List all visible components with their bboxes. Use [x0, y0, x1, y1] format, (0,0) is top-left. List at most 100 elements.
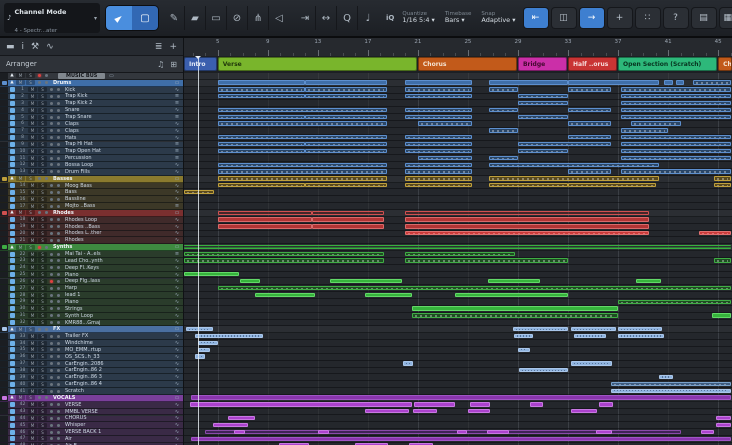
timeline-ruler[interactable]: 5 9 13 17 21 25 29 33 37 41 45: [184, 38, 732, 57]
audio-clip[interactable]: [234, 429, 246, 435]
track-enable-checkbox[interactable]: [10, 374, 15, 380]
mute-tool[interactable]: ⊘: [227, 6, 248, 30]
audio-clip[interactable]: [610, 388, 731, 393]
record-arm-button[interactable]: [48, 108, 55, 113]
mute-button[interactable]: M: [28, 203, 37, 209]
solo-button[interactable]: S: [26, 244, 35, 250]
audio-clip[interactable]: [412, 409, 437, 414]
audio-clip[interactable]: [620, 142, 731, 147]
monitor-button[interactable]: [55, 265, 62, 270]
solo-button[interactable]: S: [26, 210, 35, 216]
listen-tool[interactable]: ◁: [269, 6, 289, 30]
iq-toggle[interactable]: iQ: [384, 14, 396, 22]
record-arm-button[interactable]: [48, 279, 55, 284]
mute-button[interactable]: M: [28, 189, 37, 195]
monitor-button[interactable]: [55, 430, 62, 435]
arranger-section[interactable]: Verse: [217, 57, 417, 71]
monitor-button[interactable]: [55, 306, 62, 311]
record-arm-button[interactable]: [36, 395, 43, 400]
track-enable-checkbox[interactable]: [10, 354, 15, 360]
audio-clip[interactable]: [568, 80, 660, 85]
mute-button[interactable]: M: [28, 265, 37, 271]
audio-clip[interactable]: [700, 429, 715, 435]
audio-clip[interactable]: [659, 374, 674, 380]
audio-clip[interactable]: [574, 333, 606, 339]
bend-tool[interactable]: ⋔: [248, 6, 269, 30]
mute-button[interactable]: M: [28, 272, 37, 278]
monitor-button[interactable]: [55, 375, 62, 380]
audio-clip[interactable]: [184, 272, 239, 277]
monitor-button[interactable]: [43, 80, 50, 85]
audio-clip[interactable]: [217, 217, 312, 222]
solo-button[interactable]: S: [38, 148, 47, 154]
audio-clip[interactable]: [405, 135, 472, 140]
audio-clip[interactable]: [317, 429, 330, 435]
duplicate-button[interactable]: ◫: [551, 8, 576, 28]
folder-expand-icon[interactable]: ▲: [8, 395, 16, 400]
audio-clip[interactable]: [305, 148, 387, 154]
mute-button[interactable]: M: [28, 141, 37, 147]
solo-button[interactable]: S: [38, 224, 47, 230]
solo-button[interactable]: S: [38, 367, 47, 373]
audio-clip[interactable]: [405, 258, 568, 263]
track-enable-checkbox[interactable]: [10, 402, 15, 408]
audio-clip[interactable]: [568, 107, 611, 113]
arranger-section[interactable]: Half ..orus: [568, 57, 618, 71]
monitor-button[interactable]: [55, 231, 62, 236]
snap-dropdown[interactable]: Snap Adaptive ▾: [481, 11, 515, 25]
record-arm-button[interactable]: [48, 354, 55, 359]
folder-expand-icon[interactable]: ▲: [8, 245, 16, 250]
audio-clip[interactable]: [305, 183, 387, 188]
track-enable-checkbox[interactable]: [10, 272, 15, 278]
audio-clip[interactable]: [489, 176, 660, 181]
arrange-grid-icon[interactable]: ⊞: [170, 60, 177, 69]
monitor-button[interactable]: [55, 258, 62, 263]
monitor-button[interactable]: [55, 204, 62, 209]
solo-button[interactable]: S: [38, 285, 47, 291]
monitor-button[interactable]: [55, 436, 62, 441]
mute-button[interactable]: M: [28, 162, 37, 168]
metronome-icon[interactable]: ♩: [358, 6, 378, 30]
monitor-button[interactable]: [43, 245, 50, 250]
audio-clip[interactable]: [191, 395, 731, 400]
monitor-button[interactable]: [55, 217, 62, 222]
track-enable-checkbox[interactable]: [10, 135, 15, 141]
track-enable-checkbox[interactable]: [10, 340, 15, 346]
audio-clip[interactable]: [489, 87, 518, 92]
audio-clip[interactable]: [217, 94, 306, 99]
solo-button[interactable]: S: [38, 272, 47, 278]
audio-clip[interactable]: [305, 142, 387, 147]
record-arm-button[interactable]: [48, 142, 55, 147]
audio-clip[interactable]: [486, 429, 510, 435]
audio-clip[interactable]: [217, 121, 387, 126]
monitor-button[interactable]: [55, 361, 62, 366]
mute-button[interactable]: M: [28, 230, 37, 236]
mute-button[interactable]: M: [16, 73, 25, 79]
arrow-tool[interactable]: ►: [106, 6, 132, 30]
solo-button[interactable]: S: [38, 415, 47, 421]
mute-button[interactable]: M: [28, 93, 37, 99]
audio-clip[interactable]: [620, 114, 731, 119]
monitor-button[interactable]: [43, 176, 50, 181]
monitor-button[interactable]: [55, 368, 62, 373]
audio-clip[interactable]: [414, 402, 456, 407]
solo-button[interactable]: S: [38, 230, 47, 236]
audio-clip[interactable]: [365, 292, 412, 298]
audio-clip[interactable]: [714, 183, 731, 188]
solo-button[interactable]: S: [38, 217, 47, 223]
audio-clip[interactable]: [517, 114, 568, 119]
audio-clip[interactable]: [568, 135, 611, 140]
audio-clip[interactable]: [411, 313, 619, 318]
record-arm-button[interactable]: [48, 197, 55, 202]
solo-button[interactable]: S: [38, 388, 47, 394]
grid-button[interactable]: ▦ ▾: [719, 8, 732, 28]
autoscroll-icon[interactable]: ⇥: [295, 6, 316, 30]
audio-clip[interactable]: [715, 422, 731, 428]
track-enable-checkbox[interactable]: [10, 183, 15, 189]
record-arm-button[interactable]: [48, 361, 55, 366]
monitor-button[interactable]: [43, 210, 50, 215]
audio-clip[interactable]: [620, 107, 731, 113]
monitor-button[interactable]: [55, 382, 62, 387]
track-enable-checkbox[interactable]: [10, 333, 15, 339]
monitor-button[interactable]: [55, 320, 62, 325]
